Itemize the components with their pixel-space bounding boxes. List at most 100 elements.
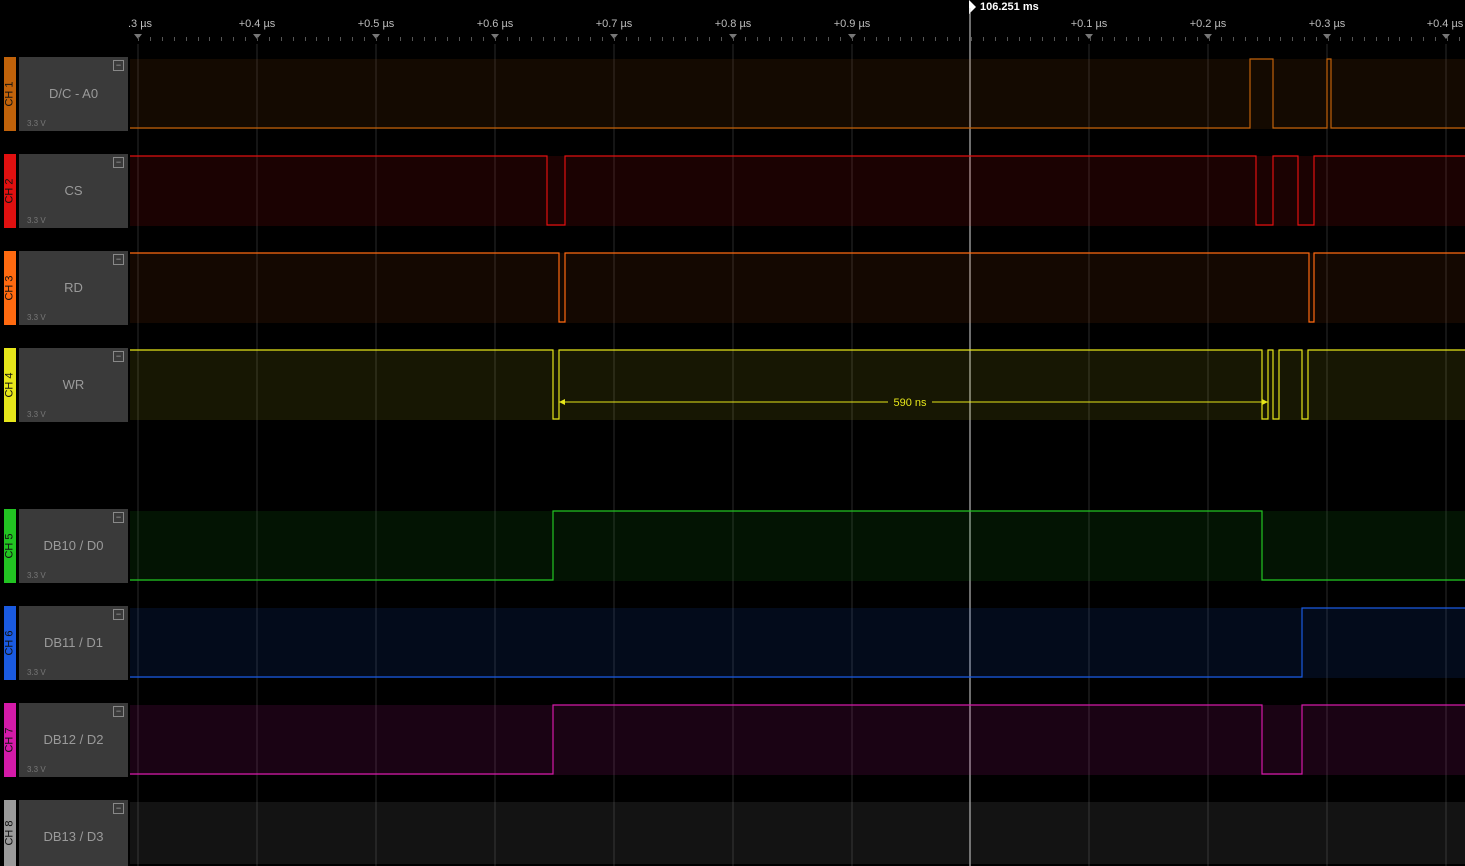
- ruler-minor-tick: [781, 37, 782, 41]
- collapse-icon[interactable]: −: [113, 157, 124, 168]
- ruler-minor-tick: [935, 37, 936, 41]
- ruler-major-tick: [1323, 34, 1331, 39]
- ruler-minor-tick: [435, 37, 436, 41]
- channel-label-box[interactable]: DB11 / D1 3.3 V −: [19, 606, 128, 680]
- ruler-minor-tick: [614, 37, 615, 41]
- channel-row: CH 6 DB11 / D1 3.3 V −: [0, 606, 1465, 680]
- ruler-tick-label: +0.5 µs: [357, 18, 395, 30]
- collapse-icon[interactable]: −: [113, 254, 124, 265]
- channel-label-box[interactable]: DB10 / D0 3.3 V −: [19, 509, 128, 583]
- ruler-minor-tick: [733, 37, 734, 41]
- ruler-minor-tick: [1257, 37, 1258, 41]
- ruler-minor-tick: [1090, 37, 1091, 41]
- channel-id-label: CH 3: [4, 251, 16, 325]
- collapse-icon[interactable]: −: [113, 351, 124, 362]
- channel-label-box[interactable]: RD 3.3 V −: [19, 251, 128, 325]
- channel-label-box[interactable]: DB12 / D2 3.3 V −: [19, 703, 128, 777]
- ruler-minor-tick: [1007, 37, 1008, 41]
- collapse-icon[interactable]: −: [113, 609, 124, 620]
- ruler-minor-tick: [745, 37, 746, 41]
- ruler-minor-tick: [1376, 37, 1377, 41]
- ruler-minor-tick: [1126, 37, 1127, 41]
- channel-row: CH 3 RD 3.3 V −: [0, 251, 1465, 325]
- channel-id-text: CH 7: [4, 727, 16, 753]
- channel-name: DB13 / D3: [43, 829, 104, 844]
- channel-lane[interactable]: [130, 59, 1465, 129]
- ruler-minor-tick: [316, 37, 317, 41]
- channel-label-box[interactable]: CS 3.3 V −: [19, 154, 128, 228]
- ruler-minor-tick: [1114, 37, 1115, 41]
- ruler-minor-tick: [1221, 37, 1222, 41]
- cursor-time-label: 106.251 ms: [980, 1, 1039, 13]
- collapse-icon[interactable]: −: [113, 706, 124, 717]
- ruler-minor-tick: [1423, 37, 1424, 41]
- ruler-minor-tick: [757, 37, 758, 41]
- ruler-minor-tick: [1364, 37, 1365, 41]
- ruler-minor-tick: [138, 37, 139, 41]
- ruler-minor-tick: [1233, 37, 1234, 41]
- ruler-minor-tick: [876, 37, 877, 41]
- ruler-tick-label: .3 µs: [127, 18, 153, 30]
- ruler-minor-tick: [1209, 37, 1210, 41]
- channel-label-box[interactable]: D/C - A0 3.3 V −: [19, 57, 128, 131]
- channel-lane[interactable]: [130, 511, 1465, 581]
- ruler-minor-tick: [424, 37, 425, 41]
- ruler-minor-tick: [566, 37, 567, 41]
- ruler-minor-tick: [828, 37, 829, 41]
- time-ruler[interactable]: .3 µs +0.4 µs +0.5 µs +0.6 µs +0.7 µs +0.8 µs…: [0, 0, 1465, 44]
- channel-name: DB12 / D2: [43, 732, 104, 747]
- channel-id-label: CH 7: [4, 703, 16, 777]
- ruler-minor-tick: [852, 37, 853, 41]
- channel-voltage: 3.3 V: [27, 216, 46, 225]
- cursor-marker-icon[interactable]: [969, 0, 976, 14]
- ruler-minor-tick: [364, 37, 365, 41]
- channel-lane[interactable]: [130, 802, 1465, 864]
- ruler-minor-tick: [198, 37, 199, 41]
- ruler-minor-tick: [447, 37, 448, 41]
- ruler-minor-tick: [721, 37, 722, 41]
- ruler-minor-tick: [923, 37, 924, 41]
- channel-label-box[interactable]: WR 3.3 V −: [19, 348, 128, 422]
- channel-row: CH 5 DB10 / D0 3.3 V −: [0, 509, 1465, 583]
- channel-lane[interactable]: [130, 705, 1465, 775]
- ruler-minor-tick: [376, 37, 377, 41]
- channel-id-label: CH 6: [4, 606, 16, 680]
- collapse-icon[interactable]: −: [113, 803, 124, 814]
- channel-label-box[interactable]: DB13 / D3 −: [19, 800, 128, 866]
- ruler-minor-tick: [1245, 37, 1246, 41]
- ruler-minor-tick: [174, 37, 175, 41]
- ruler-minor-tick: [1042, 37, 1043, 41]
- ruler-minor-tick: [662, 37, 663, 41]
- ruler-minor-tick: [650, 37, 651, 41]
- channel-name: RD: [64, 280, 83, 295]
- ruler-minor-tick: [305, 37, 306, 41]
- ruler-minor-tick: [245, 37, 246, 41]
- ruler-minor-tick: [186, 37, 187, 41]
- channel-id-label: CH 2: [4, 154, 16, 228]
- channel-id-label: CH 4: [4, 348, 16, 422]
- ruler-minor-tick: [1102, 37, 1103, 41]
- ruler-minor-tick: [340, 37, 341, 41]
- channel-lane[interactable]: [130, 608, 1465, 678]
- ruler-minor-tick: [804, 37, 805, 41]
- ruler-minor-tick: [1019, 37, 1020, 41]
- channel-id-text: CH 5: [4, 533, 16, 559]
- collapse-icon[interactable]: −: [113, 512, 124, 523]
- ruler-tick-label: +0.4 µs: [1426, 18, 1464, 30]
- channel-lane[interactable]: [130, 350, 1465, 420]
- ruler-minor-tick: [257, 37, 258, 41]
- collapse-icon[interactable]: −: [113, 60, 124, 71]
- ruler-minor-tick: [638, 37, 639, 41]
- ruler-tick-label: +0.9 µs: [833, 18, 871, 30]
- channel-lane[interactable]: [130, 156, 1465, 226]
- ruler-minor-tick: [352, 37, 353, 41]
- channel-voltage: 3.3 V: [27, 119, 46, 128]
- channel-voltage: 3.3 V: [27, 668, 46, 677]
- channel-voltage: 3.3 V: [27, 571, 46, 580]
- channel-name: WR: [62, 377, 85, 392]
- ruler-minor-tick: [293, 37, 294, 41]
- channel-name: DB10 / D0: [43, 538, 104, 553]
- ruler-minor-tick: [400, 37, 401, 41]
- ruler-minor-tick: [1030, 37, 1031, 41]
- channel-lane[interactable]: [130, 253, 1465, 323]
